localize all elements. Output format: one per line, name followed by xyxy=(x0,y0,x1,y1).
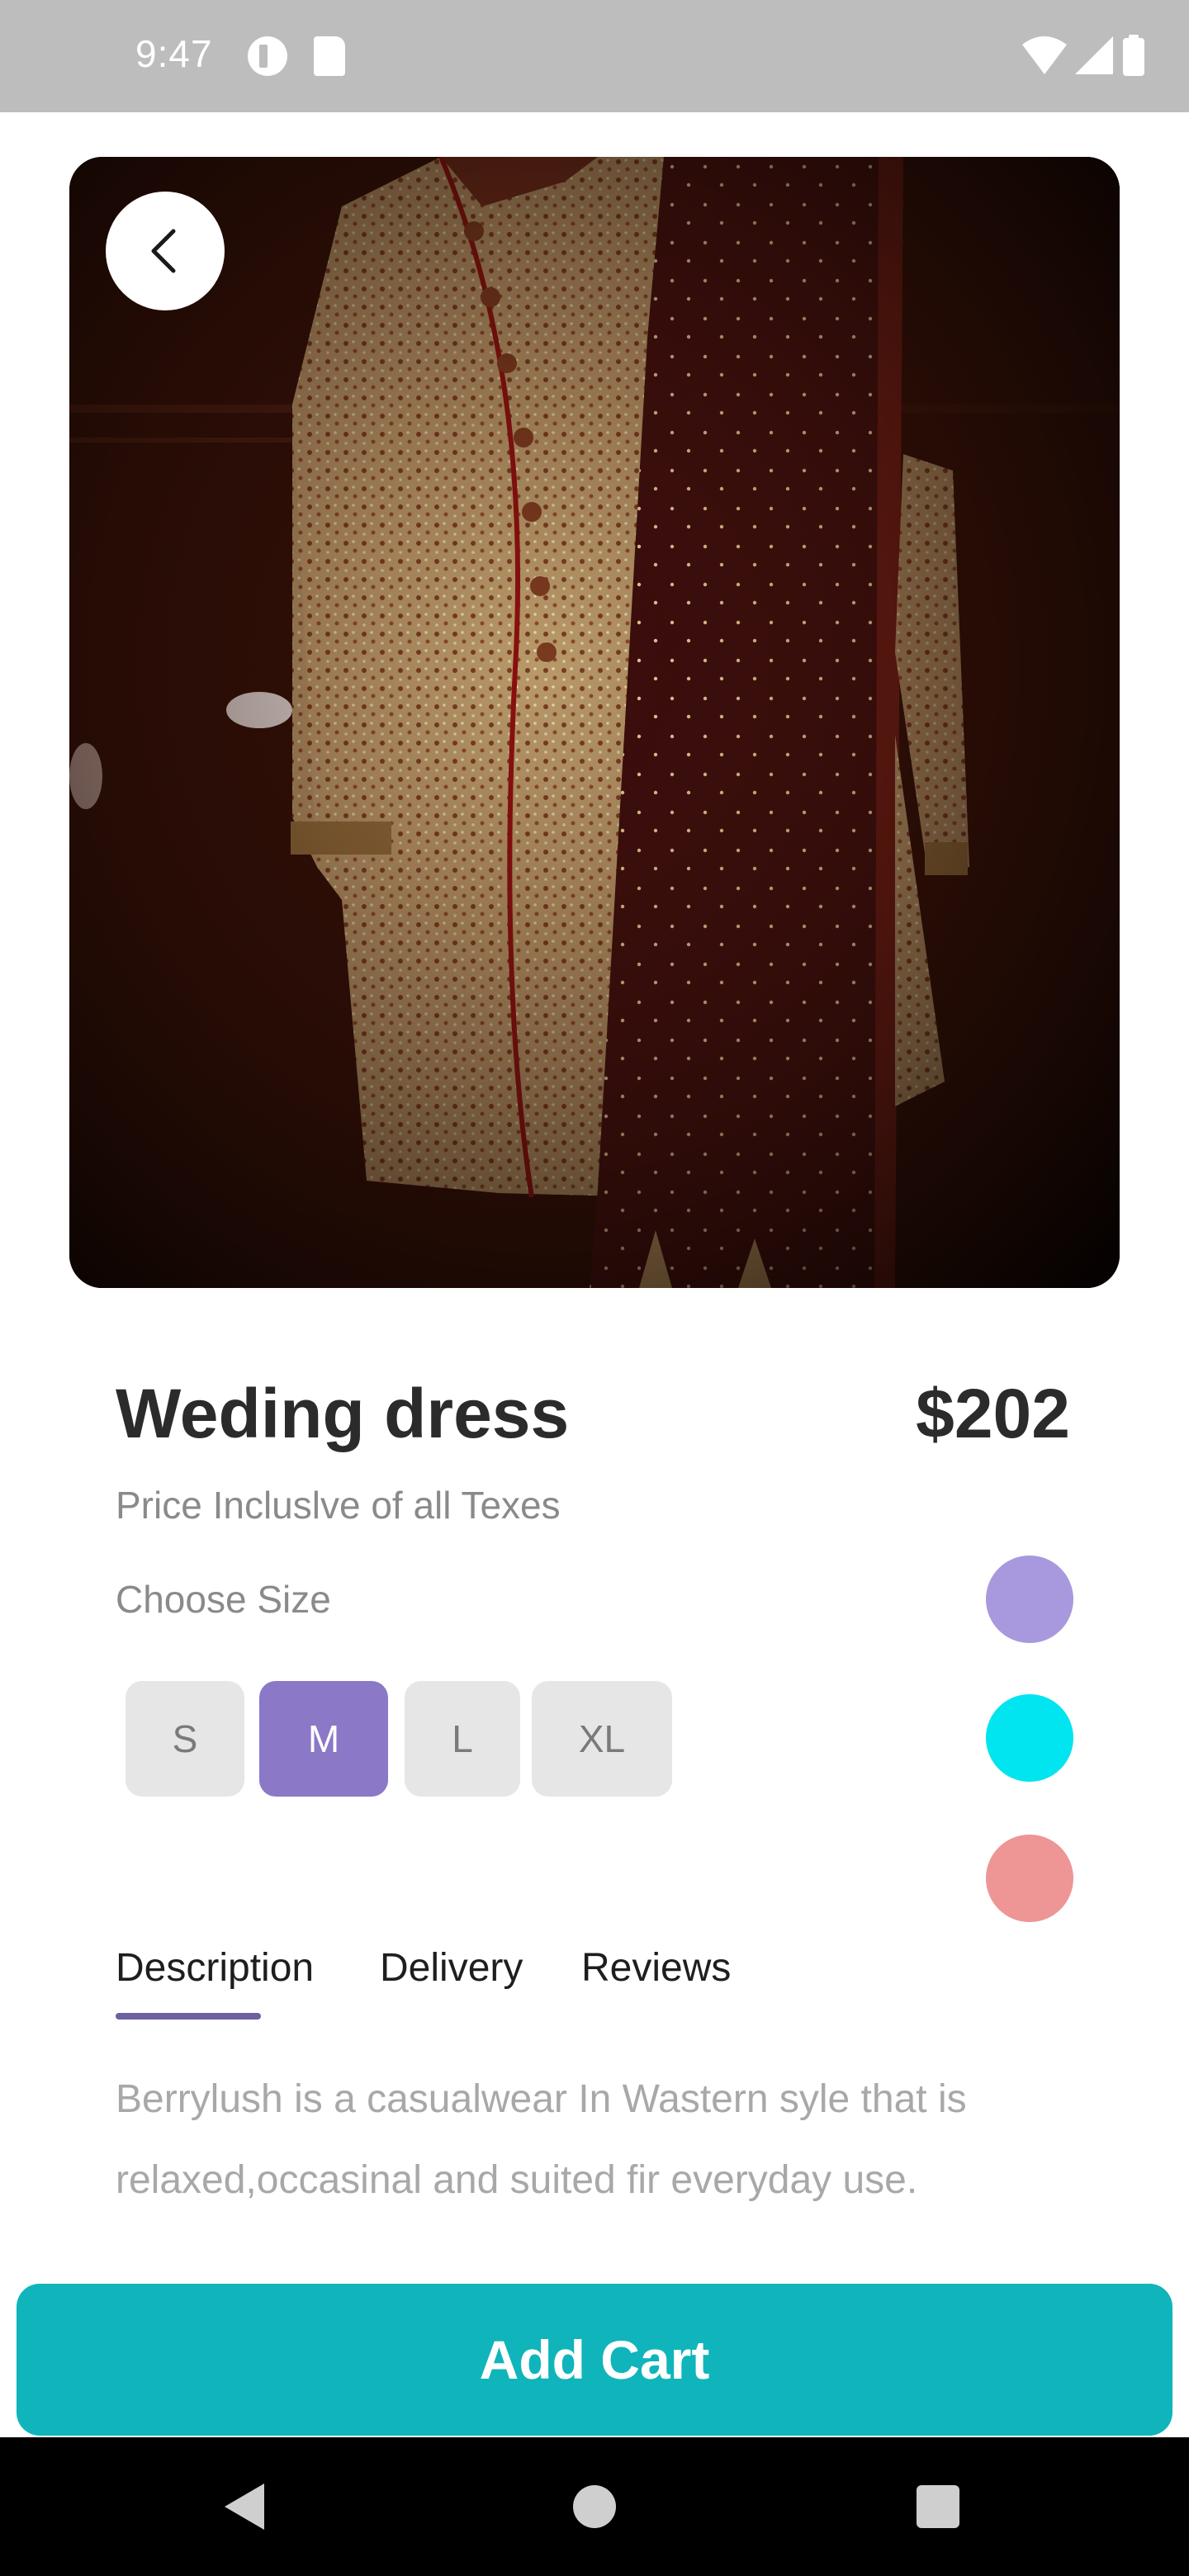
color-swatch-cyan[interactable] xyxy=(986,1694,1073,1782)
color-swatch-pink[interactable] xyxy=(986,1835,1073,1922)
product-price: $202 xyxy=(916,1375,1070,1452)
signal-icon xyxy=(1075,36,1113,74)
status-bar: 9:47 xyxy=(0,0,1189,112)
product-description: Berrylush is a casualwear In Wastern syl… xyxy=(116,2077,967,2202)
tab-delivery[interactable]: Delivery xyxy=(380,1945,523,1991)
back-button[interactable] xyxy=(106,192,225,310)
back-icon[interactable] xyxy=(225,2484,264,2530)
size-option-m[interactable]: M xyxy=(259,1681,388,1797)
color-swatch-lavender[interactable] xyxy=(986,1556,1073,1643)
size-option-s[interactable]: S xyxy=(126,1681,244,1797)
battery-icon xyxy=(1123,38,1144,76)
product-title: Weding dress xyxy=(116,1375,570,1452)
size-option-xl[interactable]: XL xyxy=(532,1681,672,1797)
tab-active-indicator xyxy=(116,2013,261,2020)
price-note: Price Incluslve of all Texes xyxy=(116,1484,561,1527)
product-photo xyxy=(69,157,1120,1288)
chevron-left-icon xyxy=(151,229,176,273)
tab-reviews[interactable]: Reviews xyxy=(581,1945,731,1991)
status-right-icons xyxy=(1022,35,1144,76)
recents-icon[interactable] xyxy=(917,2485,959,2528)
product-image xyxy=(69,157,1120,1288)
status-time: 9:47 xyxy=(135,32,213,75)
home-icon[interactable] xyxy=(573,2485,616,2528)
notification-icon xyxy=(248,36,287,76)
sd-card-icon xyxy=(314,36,345,76)
wifi-icon xyxy=(1022,36,1067,74)
system-nav-bar xyxy=(0,2437,1189,2576)
size-label: Choose Size xyxy=(116,1578,331,1621)
tab-description[interactable]: Description xyxy=(116,1945,314,1991)
add-cart-button[interactable]: Add Cart xyxy=(17,2284,1172,2436)
size-option-l[interactable]: L xyxy=(405,1681,520,1797)
